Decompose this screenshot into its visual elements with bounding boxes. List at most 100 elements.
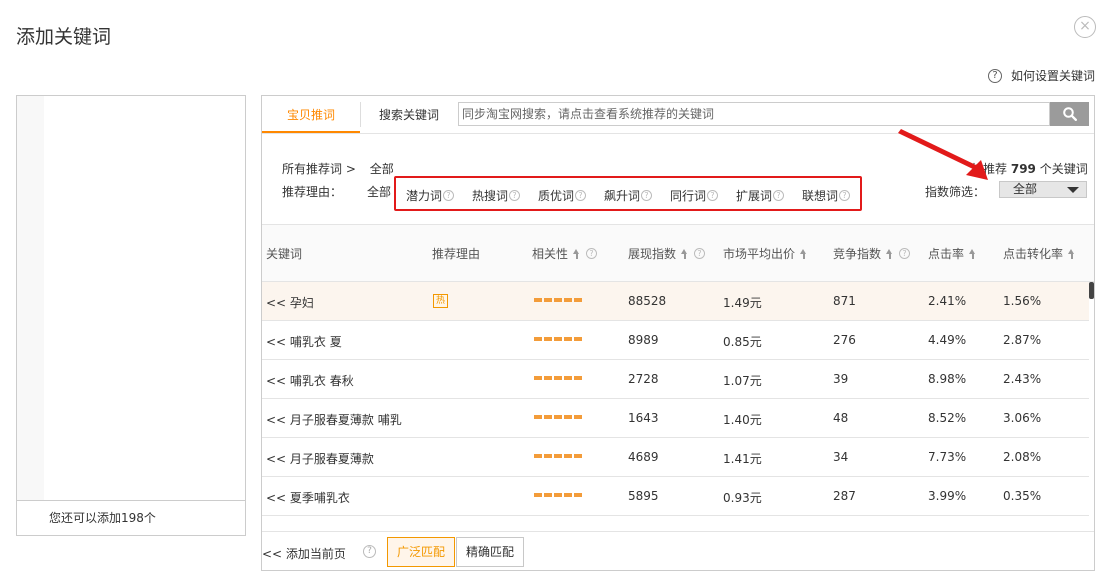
column-ctr-label: 点击率 [928,247,965,261]
column-keyword: 关键词 [266,245,302,262]
sort-up-icon[interactable] [969,248,976,259]
question-icon[interactable]: ? [586,248,598,259]
column-reason-label: 推荐理由 [432,247,481,261]
avg-bid-cell: 1.40元 [723,413,762,427]
reason-filter-peer[interactable]: 同行词? [670,187,719,204]
reason-filter-associate[interactable]: 联想词? [802,187,851,204]
relevance-segment [574,415,582,419]
column-avg-bid[interactable]: 市场平均出价 [723,245,807,262]
question-icon[interactable]: ? [363,545,376,558]
ctr-cell: 3.99% [928,489,967,503]
question-icon[interactable]: ? [899,248,911,259]
column-avg-bid-label: 市场平均出价 [723,247,796,261]
help-link[interactable]: ? 如何设置关键词 [988,67,1095,84]
column-ctr[interactable]: 点击率 [928,245,976,262]
breadcrumb-current: 全部 [369,162,394,176]
table-row[interactable]: << 月子服春夏薄款 4689 1.41元 34 7.73% 2.08% [262,438,1089,477]
reason-filter-hot[interactable]: 热搜词? [472,187,521,204]
close-icon[interactable]: × [1074,16,1096,38]
relevance-segment [534,454,542,458]
help-link-label: 如何设置关键词 [1011,69,1096,83]
column-impressions-label: 展现指数 [628,247,677,261]
question-icon[interactable]: ? [575,190,587,201]
reason-filter-rising[interactable]: 飙升词? [604,187,653,204]
relevance-segment [554,376,562,380]
search-button[interactable] [1050,102,1089,126]
relevance-segment [564,298,572,302]
table-row[interactable]: << 哺乳衣 春秋 2728 1.07元 39 8.98% 2.43% [262,360,1089,399]
competition-cell: 39 [833,372,849,386]
relevance-segment [534,337,542,341]
recommend-panel: 宝贝推词 搜索关键词 同步淘宝网搜索，请点击查看系统推荐的关键词 所有推荐词 >… [261,95,1095,571]
question-icon[interactable]: ? [694,248,706,259]
relevance-bar [534,376,582,380]
relevance-bar [534,298,582,302]
reason-filter-potential[interactable]: 潜力词? [406,187,455,204]
keyword-cell[interactable]: << 月子服春夏薄款 [266,450,374,467]
table-row[interactable]: << 月子服春夏薄款 哺乳 1643 1.40元 48 8.52% 3.06% [262,399,1089,438]
scrollbar-thumb[interactable] [1089,282,1094,299]
relevance-segment [544,337,552,341]
search-input[interactable]: 同步淘宝网搜索，请点击查看系统推荐的关键词 [458,102,1050,126]
ctr-cell: 8.98% [928,372,967,386]
question-icon[interactable]: ? [641,190,653,201]
impressions-cell: 1643 [628,411,659,425]
sort-up-icon[interactable] [681,248,688,259]
ctr-cell: 8.52% [928,411,967,425]
sort-up-icon[interactable] [800,248,807,259]
avg-bid-cell: 1.41元 [723,452,762,466]
sort-up-icon[interactable] [886,248,893,259]
sort-up-icon[interactable] [1068,248,1075,259]
table-row[interactable]: << 夏季哺乳衣 5895 0.93元 287 3.99% 0.35% [262,477,1089,516]
exact-match-button[interactable]: 精确匹配 [456,537,525,567]
competition-cell: 287 [833,489,856,503]
index-filter-value: 全部 [1013,182,1038,196]
selected-keywords-panel: 您还可以添加198个 [16,95,246,536]
tab-search-keywords[interactable]: 搜索关键词 [379,106,439,124]
competition-cell: 48 [833,411,849,425]
question-icon[interactable]: ? [443,190,455,201]
impressions-cell: 2728 [628,372,659,386]
question-icon[interactable]: ? [839,190,851,201]
question-icon[interactable]: ? [509,190,521,201]
relevance-segment [534,415,542,419]
reason-filter-all[interactable]: 全部 [367,183,391,200]
relevance-segment [554,337,562,341]
keyword-cell[interactable]: << 月子服春夏薄款 哺乳 [266,411,402,428]
search-icon [1063,107,1077,121]
reason-filter-expand[interactable]: 扩展词? [736,187,785,204]
broad-match-button[interactable]: 广泛匹配 [387,537,456,567]
relevance-segment [564,493,572,497]
remaining-count: 您还可以添加198个 [17,500,245,535]
keyword-cell[interactable]: << 夏季哺乳衣 [266,489,350,506]
sort-up-icon[interactable] [573,248,580,259]
breadcrumb-root[interactable]: 所有推荐词 > [282,162,356,176]
reason-filter-quality[interactable]: 质优词? [538,187,587,204]
reason-filter-label: 潜力词 [406,189,443,203]
keyword-cell[interactable]: << 哺乳衣 夏 [266,333,342,350]
relevance-segment [554,454,562,458]
column-cvr[interactable]: 点击转化率 [1003,245,1075,262]
table-row[interactable]: << 孕妇 88528 1.49元 871 2.41% 1.56% 热 [262,282,1089,321]
keyword-cell[interactable]: << 孕妇 [266,294,314,311]
tab-item-recommend[interactable]: 宝贝推词 [262,106,360,134]
column-relevance[interactable]: 相关性? [532,245,598,262]
question-icon[interactable]: ? [707,190,719,201]
index-filter-select[interactable]: 全部 [999,181,1087,198]
avg-bid-cell: 1.49元 [723,296,762,310]
column-reason: 推荐理由 [432,245,480,262]
relevance-segment [554,298,562,302]
relevance-segment [554,493,562,497]
column-competition[interactable]: 竞争指数? [833,245,911,262]
question-icon[interactable]: ? [773,190,785,201]
relevance-segment [554,415,562,419]
add-current-page-button[interactable]: << 添加当前页 [262,545,346,562]
reason-filter-label: 飙升词 [604,189,641,203]
relevance-segment [534,298,542,302]
relevance-segment [574,376,582,380]
relevance-segment [544,493,552,497]
column-impressions[interactable]: 展现指数? [628,245,706,262]
table-row[interactable]: << 哺乳衣 夏 8989 0.85元 276 4.49% 2.87% [262,321,1089,360]
reason-filter-label: 联想词 [802,189,839,203]
keyword-cell[interactable]: << 哺乳衣 春秋 [266,372,354,389]
